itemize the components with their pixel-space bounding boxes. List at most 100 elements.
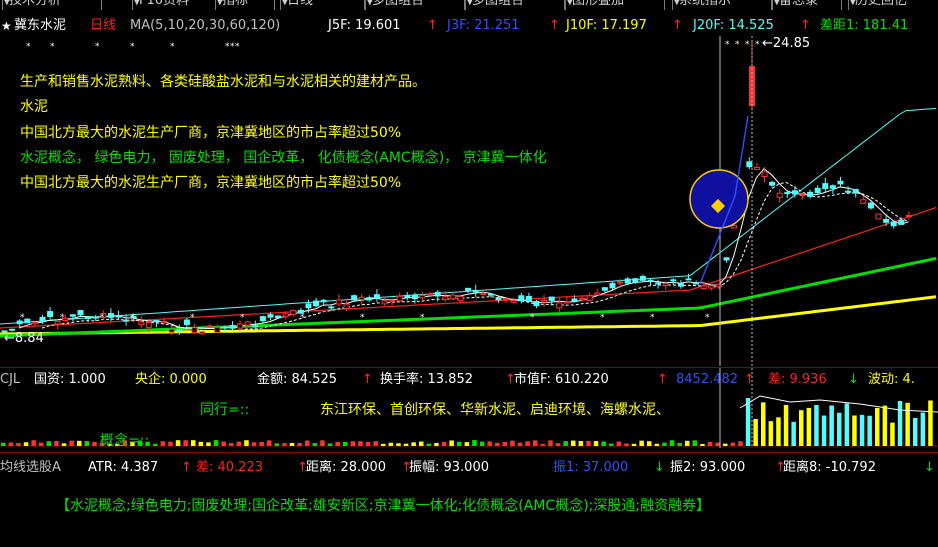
menu-item[interactable]: 系统指示 bbox=[672, 0, 772, 10]
star-marker: * bbox=[600, 313, 605, 323]
candle-body bbox=[24, 318, 31, 324]
volume-bar bbox=[685, 440, 690, 446]
star-marker: * bbox=[705, 313, 710, 323]
star-marker: * bbox=[300, 313, 305, 323]
volume-bar bbox=[77, 440, 82, 446]
atr-diff-value: 差: 40.223 bbox=[196, 460, 263, 475]
candle-body bbox=[145, 321, 152, 328]
candle-body bbox=[822, 183, 829, 190]
candle-body bbox=[427, 293, 434, 296]
candle-body bbox=[305, 303, 312, 309]
menu-item[interactable]: 图形叠加 bbox=[565, 0, 665, 10]
menu-item[interactable]: 指标 bbox=[215, 0, 275, 10]
menu-item[interactable]: 多图组合 bbox=[465, 0, 565, 10]
candle-body bbox=[214, 327, 221, 333]
company-position-repeat: 中国北方最大的水泥生产厂商，京津冀地区的市占率超过50% bbox=[20, 175, 402, 191]
top-menu-bar: 技术分析 ▼ F10资料 ▼ 指标 ▼ 日线 ▼ 多图组合 ▼ 多图组合 ▼ 图形叠加 ▼ 系统指示 ▼ 备忘录… bbox=[0, 0, 938, 10]
star-marker: * bbox=[755, 40, 760, 50]
volume-bar bbox=[540, 443, 546, 446]
period-label[interactable]: 日线 bbox=[90, 17, 116, 35]
volume-bar bbox=[723, 443, 728, 446]
volume-bar bbox=[39, 442, 44, 446]
candle-body bbox=[267, 314, 274, 318]
volume-bar bbox=[8, 442, 14, 446]
up-arrow-icon: ↑ bbox=[427, 18, 438, 33]
volume-bar bbox=[23, 442, 29, 446]
stock-name[interactable]: 冀东水泥 bbox=[14, 17, 66, 35]
candle-body bbox=[563, 301, 570, 304]
volume-bar bbox=[1, 442, 6, 446]
candle-body bbox=[320, 299, 327, 303]
volume-bar bbox=[373, 441, 378, 446]
volume-bar bbox=[464, 442, 470, 446]
diff-value: 差距1: 181.41 bbox=[820, 18, 909, 33]
candle-body bbox=[77, 310, 84, 316]
volume-bar bbox=[586, 440, 591, 446]
star-marker: * bbox=[420, 313, 425, 323]
volume-bar bbox=[768, 421, 774, 446]
volume-bar bbox=[69, 440, 74, 446]
candle-body bbox=[845, 190, 852, 193]
candle-body bbox=[677, 283, 684, 287]
ma5-line bbox=[19, 168, 909, 329]
candle-body bbox=[396, 295, 403, 302]
dropdown-triangle-icon: ▼ bbox=[366, 0, 374, 7]
volume-bar bbox=[761, 402, 766, 446]
volume-bar bbox=[411, 442, 416, 446]
volume-bar bbox=[897, 401, 903, 446]
volume-bar bbox=[517, 442, 523, 446]
volume-bar bbox=[213, 440, 219, 446]
candle-body bbox=[503, 298, 510, 301]
volume-bar bbox=[198, 441, 204, 446]
star-marker: * bbox=[725, 40, 730, 50]
signal-marker[interactable] bbox=[689, 169, 749, 229]
candle-body bbox=[351, 295, 358, 301]
candle-body bbox=[275, 315, 282, 319]
volume-bar bbox=[844, 403, 850, 446]
volume-bar bbox=[730, 442, 736, 446]
volume-bar bbox=[814, 405, 819, 446]
candle-body bbox=[731, 225, 738, 229]
menu-item[interactable]: 备忘录 bbox=[772, 0, 842, 10]
menu-item[interactable]: 多图组合 bbox=[365, 0, 465, 10]
up-arrow-icon: ↑ bbox=[549, 18, 560, 33]
menu-item[interactable]: 日线 bbox=[280, 0, 365, 10]
candle-body bbox=[252, 325, 259, 328]
volume-bar bbox=[631, 443, 637, 446]
candle-body bbox=[518, 295, 525, 302]
candle-body bbox=[685, 278, 692, 281]
candle-body bbox=[525, 295, 532, 302]
dropdown-triangle-icon: ▼ bbox=[281, 0, 289, 7]
candle-body bbox=[814, 187, 821, 193]
concepts-footer: 【水泥概念;绿色电力;固废处理;国企改革;雄安新区;京津冀一体化;化债概念(AM… bbox=[56, 498, 711, 514]
candle-body bbox=[449, 294, 456, 300]
volume-bar bbox=[221, 441, 226, 446]
volume-bar bbox=[647, 441, 652, 446]
low-price-label: ←8.84 bbox=[4, 331, 44, 346]
volume-bar bbox=[274, 443, 280, 446]
volume-bar bbox=[821, 415, 827, 446]
volume-bar bbox=[31, 440, 36, 446]
star-icon: ★ bbox=[1, 19, 12, 33]
j10f-value: J10F: 17.197 bbox=[566, 18, 647, 33]
menu-item[interactable]: F10资料 bbox=[132, 0, 217, 10]
volume-bar bbox=[487, 441, 492, 446]
volume-bar bbox=[624, 443, 629, 446]
volume-bar bbox=[84, 441, 90, 446]
candle-body bbox=[776, 192, 783, 198]
volume-bar bbox=[168, 441, 173, 446]
candle-body bbox=[799, 194, 806, 197]
candle-body bbox=[548, 296, 555, 301]
star-marker: * bbox=[530, 313, 535, 323]
volume-bar bbox=[282, 443, 287, 446]
ma-params: MA(5,10,20,30,60,120) bbox=[130, 18, 281, 33]
menu-item[interactable]: 技术分析 bbox=[2, 0, 102, 10]
candle-body bbox=[905, 214, 912, 217]
volume-bar bbox=[669, 440, 675, 446]
j5f-value: J5F: 19.601 bbox=[328, 18, 401, 33]
candle-body bbox=[244, 321, 251, 326]
menu-item[interactable]: 历史回忆 bbox=[848, 0, 938, 10]
volume-bar bbox=[692, 440, 698, 446]
formula-name[interactable]: 均线选股A bbox=[0, 459, 61, 477]
volume-bar bbox=[928, 400, 933, 446]
